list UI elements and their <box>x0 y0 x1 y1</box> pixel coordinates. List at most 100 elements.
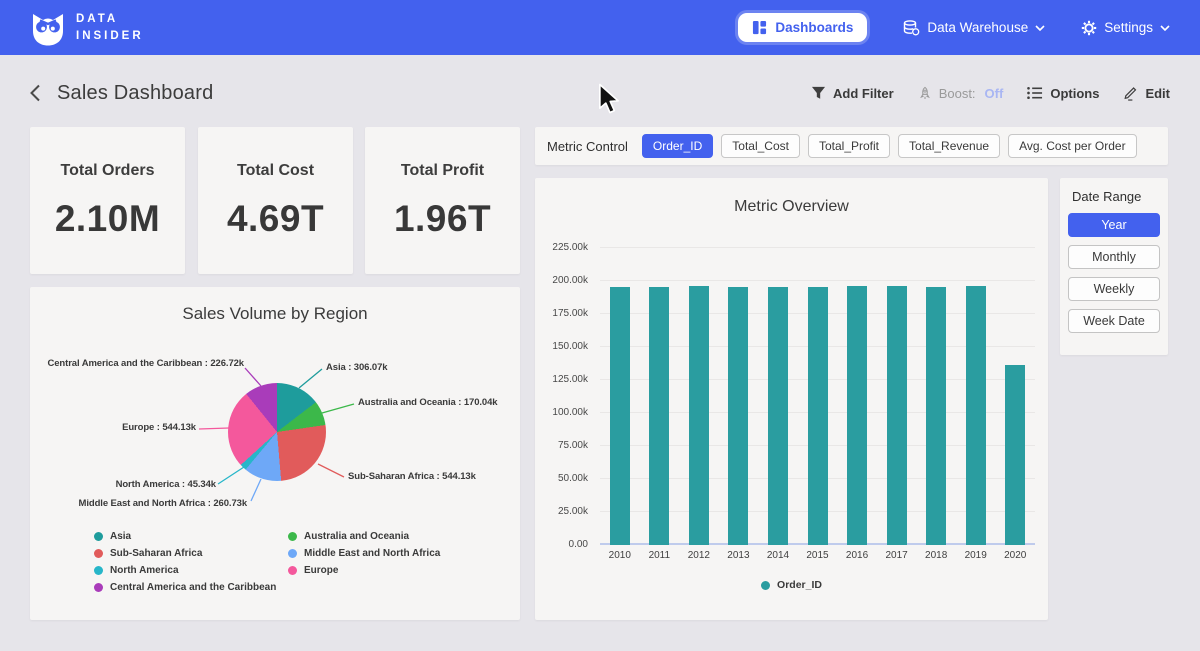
x-tick-label-2010: 2010 <box>600 550 640 561</box>
date-range-weekly[interactable]: Weekly <box>1068 277 1160 301</box>
bar-2014[interactable] <box>768 287 788 545</box>
bar-cell <box>600 240 640 545</box>
data-warehouse-menu[interactable]: Data Warehouse <box>903 20 1045 36</box>
kpi-label: Total Cost <box>237 162 314 180</box>
bar-cell <box>995 240 1035 545</box>
bar-legend-label: Order_ID <box>777 579 822 591</box>
y-tick-label: 0.00 <box>569 539 588 550</box>
boost-toggle[interactable]: Boost: Off <box>918 86 1004 101</box>
bar-2016[interactable] <box>847 286 867 546</box>
pie-legend-item-sub-saharan-africa[interactable]: Sub-Saharan Africa <box>94 548 288 559</box>
metric-chip-total-revenue[interactable]: Total_Revenue <box>898 134 1000 158</box>
metric-chip-order-id[interactable]: Order_ID <box>642 134 713 158</box>
bar-series <box>600 240 1035 545</box>
x-tick-label-2018: 2018 <box>916 550 956 561</box>
brand-line2: INSIDER <box>76 28 144 44</box>
legend-label: Sub-Saharan Africa <box>110 548 202 559</box>
kpi-value: 4.69T <box>227 198 324 240</box>
dashboards-label: Dashboards <box>775 20 853 35</box>
y-tick-label: 175.00k <box>552 308 588 319</box>
bar-2020[interactable] <box>1005 365 1025 545</box>
chevron-down-icon <box>1160 25 1170 31</box>
data-warehouse-label: Data Warehouse <box>927 20 1028 35</box>
bar-2012[interactable] <box>689 286 709 545</box>
legend-dot <box>94 566 103 575</box>
pie-legend-item-middle-east-and-north-africa[interactable]: Middle East and North Africa <box>288 548 440 559</box>
bar-y-axis: 0.0025.00k50.00k75.00k100.00k125.00k150.… <box>535 240 592 545</box>
bar-2011[interactable] <box>649 287 669 545</box>
bar-legend-item[interactable]: Order_ID <box>535 579 1048 591</box>
brand-text: DATA INSIDER <box>76 11 144 43</box>
legend-label: Central America and the Caribbean <box>110 582 276 593</box>
x-tick-label-2013: 2013 <box>719 550 759 561</box>
date-range-year[interactable]: Year <box>1068 213 1160 237</box>
legend-dot <box>288 532 297 541</box>
legend-dot <box>288 549 297 558</box>
pie-callout-central-america-caribbean: Central America and the Caribbean : 226.… <box>47 358 244 369</box>
settings-menu[interactable]: Settings <box>1081 20 1170 36</box>
pie-legend-item-europe[interactable]: Europe <box>288 565 440 576</box>
chevron-left-icon <box>30 84 41 102</box>
owl-logo-icon <box>30 9 66 47</box>
options-button[interactable]: Options <box>1027 86 1099 101</box>
x-tick-label-2017: 2017 <box>877 550 917 561</box>
bar-2018[interactable] <box>926 287 946 545</box>
pie-callout-australia-oceania: Australia and Oceania : 170.04k <box>358 397 497 408</box>
y-tick-label: 150.00k <box>552 341 588 352</box>
pie-legend-item-north-america[interactable]: North America <box>94 565 288 576</box>
legend-dot <box>94 532 103 541</box>
gear-icon <box>1081 20 1097 36</box>
x-tick-label-2020: 2020 <box>995 550 1035 561</box>
bar-cell <box>640 240 680 545</box>
rocket-icon <box>918 86 932 101</box>
x-tick-label-2016: 2016 <box>837 550 877 561</box>
top-nav: DATA INSIDER Dashboards Data Warehouse <box>0 0 1200 55</box>
legend-label: Australia and Oceania <box>304 531 409 542</box>
brand: DATA INSIDER <box>30 9 144 47</box>
metric-overview-panel: Metric Overview 0.0025.00k50.00k75.00k10… <box>535 178 1048 620</box>
list-options-icon <box>1027 86 1043 100</box>
kpi-value: 1.96T <box>394 198 491 240</box>
bar-cell <box>798 240 838 545</box>
bar-cell <box>956 240 996 545</box>
pie-legend-item-australia-and-oceania[interactable]: Australia and Oceania <box>288 531 440 542</box>
bar-2013[interactable] <box>728 287 748 545</box>
header-actions: Add Filter Boost: Off Options <box>811 85 1170 101</box>
pie-legend-item-asia[interactable]: Asia <box>94 531 288 542</box>
kpi-card-total-profit: Total Profit 1.96T <box>365 127 520 274</box>
y-tick-label: 125.00k <box>552 374 588 385</box>
bar-2015[interactable] <box>808 287 828 545</box>
bar-x-labels: 2010201120122013201420152016201720182019… <box>600 550 1035 561</box>
settings-label: Settings <box>1104 20 1153 35</box>
back-button[interactable] <box>30 84 41 102</box>
add-filter-button[interactable]: Add Filter <box>811 86 894 101</box>
brand-line1: DATA <box>76 11 144 27</box>
metric-chip-total-cost[interactable]: Total_Cost <box>721 134 800 158</box>
bar-2010[interactable] <box>610 287 630 545</box>
y-tick-label: 50.00k <box>558 473 588 484</box>
metric-chip-avg-cost-per-order[interactable]: Avg. Cost per Order <box>1008 134 1137 158</box>
edit-button[interactable]: Edit <box>1123 85 1170 101</box>
bar-2019[interactable] <box>966 286 986 545</box>
pie-callout-north-america: North America : 45.34k <box>116 479 216 490</box>
pie-callout-middle-east-north-africa: Middle East and North Africa : 260.73k <box>79 498 247 509</box>
legend-dot <box>94 549 103 558</box>
pie-callout-asia: Asia : 306.07k <box>326 362 387 373</box>
pie-legend-item-central-america-and-the-caribbean[interactable]: Central America and the Caribbean <box>94 582 288 593</box>
options-label: Options <box>1050 86 1099 101</box>
pie-legend-col-2: Australia and Oceania Middle East and Nor… <box>288 531 440 593</box>
legend-label: Europe <box>304 565 338 576</box>
legend-label: Middle East and North Africa <box>304 548 440 559</box>
date-range-panel: Date Range YearMonthlyWeeklyWeek Date <box>1060 178 1168 355</box>
dashboards-button[interactable]: Dashboards <box>738 13 867 42</box>
y-tick-label: 200.00k <box>552 275 588 286</box>
date-range-buttons: Year Monthly Weekly Week Date <box>1060 213 1168 333</box>
pie-circle[interactable] <box>228 383 326 481</box>
date-range-week-date[interactable]: Week Date <box>1068 309 1160 333</box>
page-header: Sales Dashboard Add Filter Boost: Off <box>0 74 1200 112</box>
metric-chip-total-profit[interactable]: Total_Profit <box>808 134 890 158</box>
bar-2017[interactable] <box>887 286 907 545</box>
y-tick-label: 75.00k <box>558 440 588 451</box>
date-range-monthly[interactable]: Monthly <box>1068 245 1160 269</box>
kpi-card-total-cost: Total Cost 4.69T <box>198 127 353 274</box>
